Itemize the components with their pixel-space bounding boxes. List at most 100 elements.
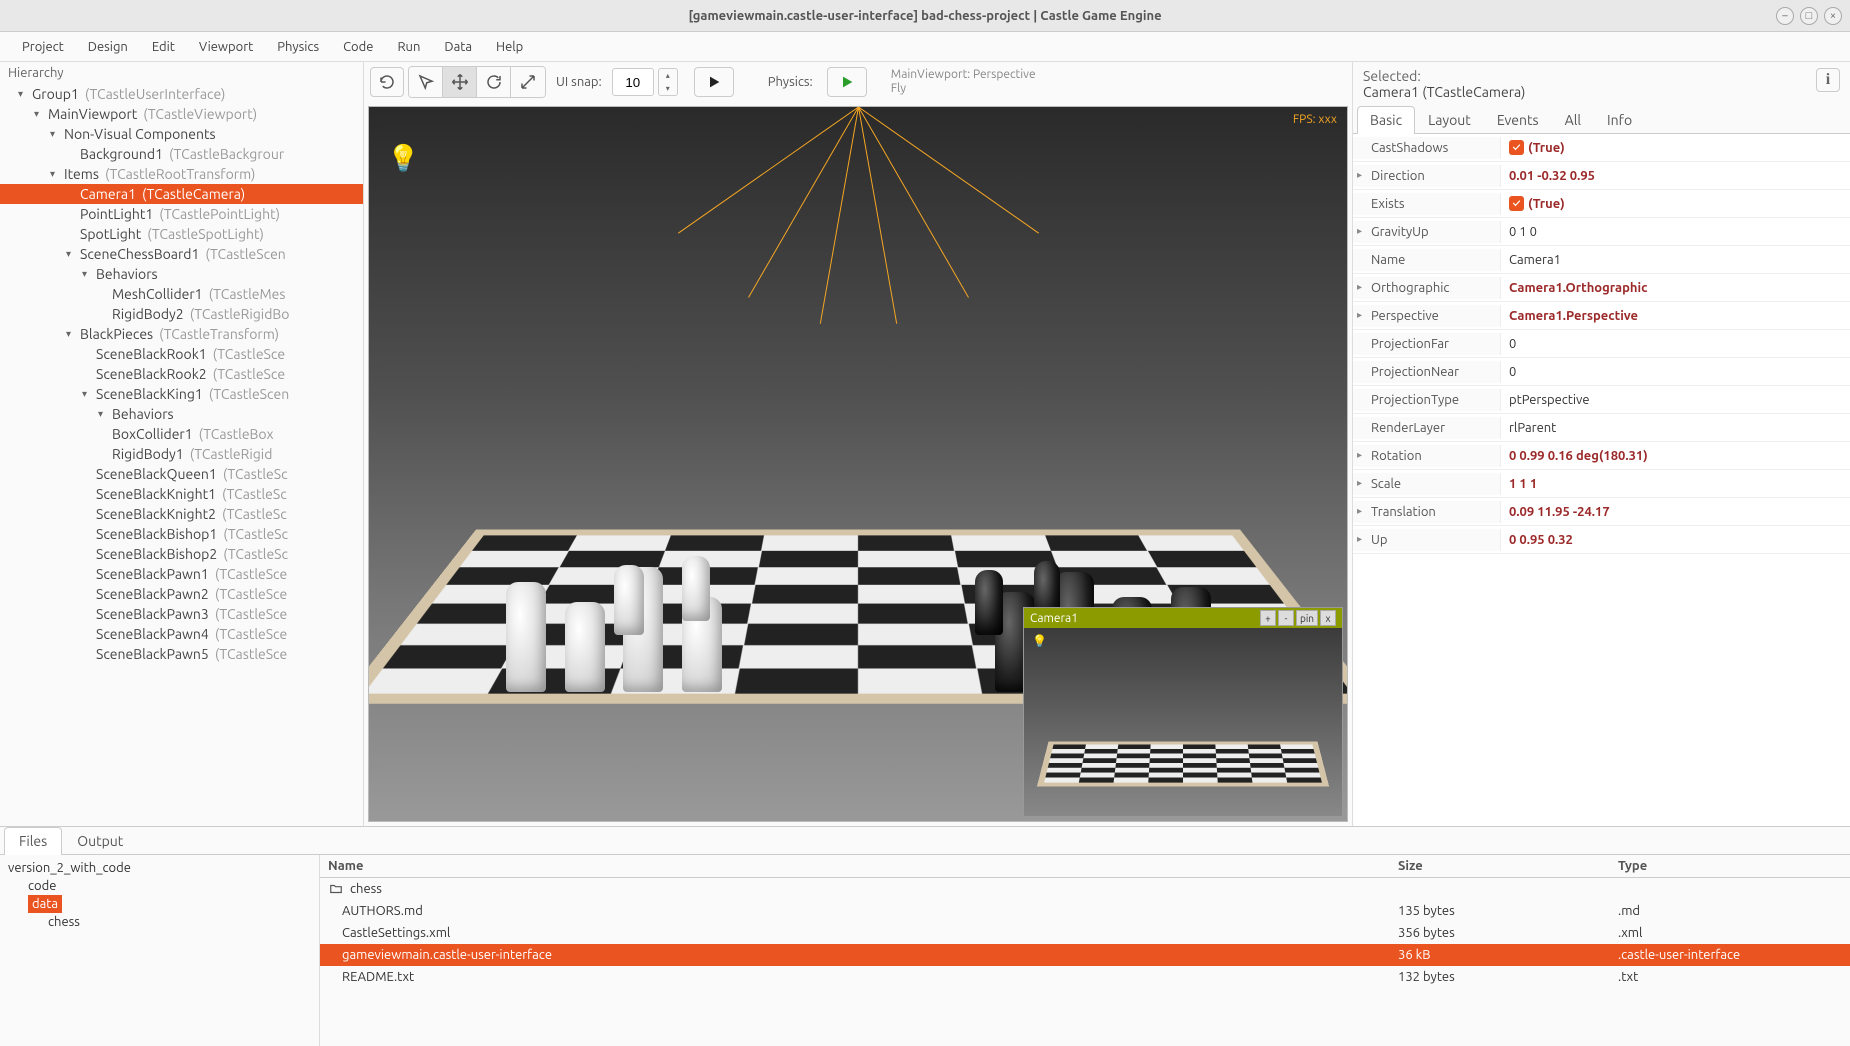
close-button[interactable]: ×: [1824, 7, 1842, 25]
tab-basic[interactable]: Basic: [1357, 106, 1415, 134]
preview-zoom-in[interactable]: +: [1260, 610, 1276, 626]
camera-preview[interactable]: Camera1 + - pin x 💡: [1023, 607, 1343, 817]
property-row[interactable]: ▸Direction0.01 -0.32 0.95: [1353, 162, 1850, 190]
file-row[interactable]: CastleSettings.xml356 bytes.xml: [320, 922, 1850, 944]
move-tool[interactable]: [443, 67, 477, 97]
window-title: [gameviewmain.castle-user-interface] bad…: [688, 9, 1161, 23]
property-row[interactable]: ▸GravityUp0 1 0: [1353, 218, 1850, 246]
property-row[interactable]: ▸Translation0.09 11.95 -24.17: [1353, 498, 1850, 526]
hierarchy-node[interactable]: SpotLight(TCastleSpotLight): [0, 224, 363, 244]
scale-tool[interactable]: [511, 67, 545, 97]
tab-info[interactable]: Info: [1594, 106, 1645, 133]
folder-tree[interactable]: version_2_with_code code data chess: [0, 855, 320, 1046]
folder-root[interactable]: version_2_with_code: [4, 859, 315, 877]
hierarchy-node[interactable]: SceneBlackKnight2(TCastleSc: [0, 504, 363, 524]
property-row[interactable]: ▸Rotation0 0.99 0.16 deg(180.31): [1353, 442, 1850, 470]
hierarchy-node[interactable]: SceneBlackPawn5(TCastleSce: [0, 644, 363, 664]
hierarchy-node[interactable]: ▾Behaviors: [0, 264, 363, 284]
hierarchy-node[interactable]: SceneBlackBishop2(TCastleSc: [0, 544, 363, 564]
menu-code[interactable]: Code: [331, 34, 385, 60]
undo-button[interactable]: [370, 67, 404, 97]
rotate-tool[interactable]: [477, 67, 511, 97]
hierarchy-node[interactable]: SceneBlackPawn3(TCastleSce: [0, 604, 363, 624]
hierarchy-node[interactable]: ▾MainViewport(TCastleViewport): [0, 104, 363, 124]
hierarchy-node[interactable]: Camera1(TCastleCamera): [0, 184, 363, 204]
select-tool[interactable]: [409, 67, 443, 97]
viewport-3d[interactable]: 💡 FPS: xxx Camera1 + - pin: [368, 106, 1348, 822]
property-row[interactable]: Exists✓(True): [1353, 190, 1850, 218]
hierarchy-node[interactable]: ▾BlackPieces(TCastleTransform): [0, 324, 363, 344]
menu-run[interactable]: Run: [385, 34, 432, 60]
info-button[interactable]: i: [1816, 68, 1840, 92]
hierarchy-node[interactable]: ▾Group1(TCastleUserInterface): [0, 84, 363, 104]
maximize-button[interactable]: □: [1800, 7, 1818, 25]
hierarchy-node[interactable]: SceneBlackPawn1(TCastleSce: [0, 564, 363, 584]
hierarchy-node[interactable]: RigidBody2(TCastleRigidBo: [0, 304, 363, 324]
hierarchy-node[interactable]: SceneBlackBishop1(TCastleSc: [0, 524, 363, 544]
tab-files[interactable]: Files: [4, 827, 62, 855]
col-name[interactable]: Name: [320, 855, 1390, 877]
menu-design[interactable]: Design: [76, 34, 140, 60]
col-size[interactable]: Size: [1390, 855, 1610, 877]
property-row[interactable]: NameCamera1: [1353, 246, 1850, 274]
property-row[interactable]: ProjectionFar0: [1353, 330, 1850, 358]
camera-preview-header: Camera1 + - pin x: [1024, 608, 1342, 628]
hierarchy-node[interactable]: RigidBody1(TCastleRigid: [0, 444, 363, 464]
file-row[interactable]: gameviewmain.castle-user-interface36 kB.…: [320, 944, 1850, 966]
preview-close[interactable]: x: [1320, 610, 1336, 626]
hierarchy-node[interactable]: SceneBlackRook2(TCastleSce: [0, 364, 363, 384]
minimize-button[interactable]: –: [1776, 7, 1794, 25]
property-row[interactable]: RenderLayerrlParent: [1353, 414, 1850, 442]
property-row[interactable]: ▸Scale1 1 1: [1353, 470, 1850, 498]
hierarchy-node[interactable]: SceneBlackRook1(TCastleSce: [0, 344, 363, 364]
hierarchy-node[interactable]: SceneBlackKnight1(TCastleSc: [0, 484, 363, 504]
preview-zoom-out[interactable]: -: [1278, 610, 1294, 626]
property-grid[interactable]: CastShadows✓(True)▸Direction0.01 -0.32 0…: [1353, 134, 1850, 826]
hierarchy-node[interactable]: Background1(TCastleBackgrour: [0, 144, 363, 164]
menu-project[interactable]: Project: [10, 34, 76, 60]
hierarchy-node[interactable]: ▾Behaviors: [0, 404, 363, 424]
menu-help[interactable]: Help: [484, 34, 535, 60]
folder-row[interactable]: chess: [320, 878, 1850, 900]
hierarchy-node[interactable]: PointLight1(TCastlePointLight): [0, 204, 363, 224]
ui-snap-spinner[interactable]: ▴▾: [658, 68, 678, 96]
window-controls: – □ ×: [1776, 7, 1842, 25]
hierarchy-panel: Hierarchy ▾Group1(TCastleUserInterface)▾…: [0, 62, 364, 826]
hierarchy-tree[interactable]: ▾Group1(TCastleUserInterface)▾MainViewpo…: [0, 84, 363, 826]
bottom-tabs: Files Output: [0, 827, 1850, 855]
physics-play-button[interactable]: [827, 67, 867, 97]
menu-edit[interactable]: Edit: [140, 34, 187, 60]
hierarchy-node[interactable]: BoxCollider1(TCastleBox: [0, 424, 363, 444]
property-row[interactable]: ▸OrthographicCamera1.Orthographic: [1353, 274, 1850, 302]
play-button[interactable]: [694, 67, 734, 97]
property-row[interactable]: ProjectionNear0: [1353, 358, 1850, 386]
hierarchy-node[interactable]: SceneBlackQueen1(TCastleSc: [0, 464, 363, 484]
selected-label: Selected:: [1363, 68, 1525, 84]
tab-output[interactable]: Output: [62, 827, 138, 854]
menu-data[interactable]: Data: [432, 34, 484, 60]
tab-layout[interactable]: Layout: [1415, 106, 1484, 133]
tab-all[interactable]: All: [1552, 106, 1594, 133]
folder-item[interactable]: data: [28, 895, 62, 913]
property-row[interactable]: ▸PerspectiveCamera1.Perspective: [1353, 302, 1850, 330]
hierarchy-node[interactable]: SceneBlackPawn2(TCastleSce: [0, 584, 363, 604]
hierarchy-node[interactable]: MeshCollider1(TCastleMes: [0, 284, 363, 304]
hierarchy-node[interactable]: ▾SceneBlackKing1(TCastleScen: [0, 384, 363, 404]
folder-item[interactable]: chess: [4, 913, 315, 931]
tab-events[interactable]: Events: [1484, 106, 1552, 133]
hierarchy-node[interactable]: SceneBlackPawn4(TCastleSce: [0, 624, 363, 644]
property-row[interactable]: ▸Up0 0.95 0.32: [1353, 526, 1850, 554]
hierarchy-node[interactable]: ▾SceneChessBoard1(TCastleScen: [0, 244, 363, 264]
col-type[interactable]: Type: [1610, 855, 1850, 877]
menu-viewport[interactable]: Viewport: [187, 34, 265, 60]
file-row[interactable]: README.txt132 bytes.txt: [320, 966, 1850, 988]
property-row[interactable]: ProjectionTypeptPerspective: [1353, 386, 1850, 414]
ui-snap-input[interactable]: [612, 68, 654, 96]
menu-physics[interactable]: Physics: [265, 34, 331, 60]
hierarchy-node[interactable]: ▾Non-Visual Components: [0, 124, 363, 144]
preview-pin[interactable]: pin: [1296, 610, 1318, 626]
property-row[interactable]: CastShadows✓(True): [1353, 134, 1850, 162]
file-row[interactable]: AUTHORS.md135 bytes.md: [320, 900, 1850, 922]
hierarchy-node[interactable]: ▾Items(TCastleRootTransform): [0, 164, 363, 184]
folder-item[interactable]: code: [4, 877, 315, 895]
